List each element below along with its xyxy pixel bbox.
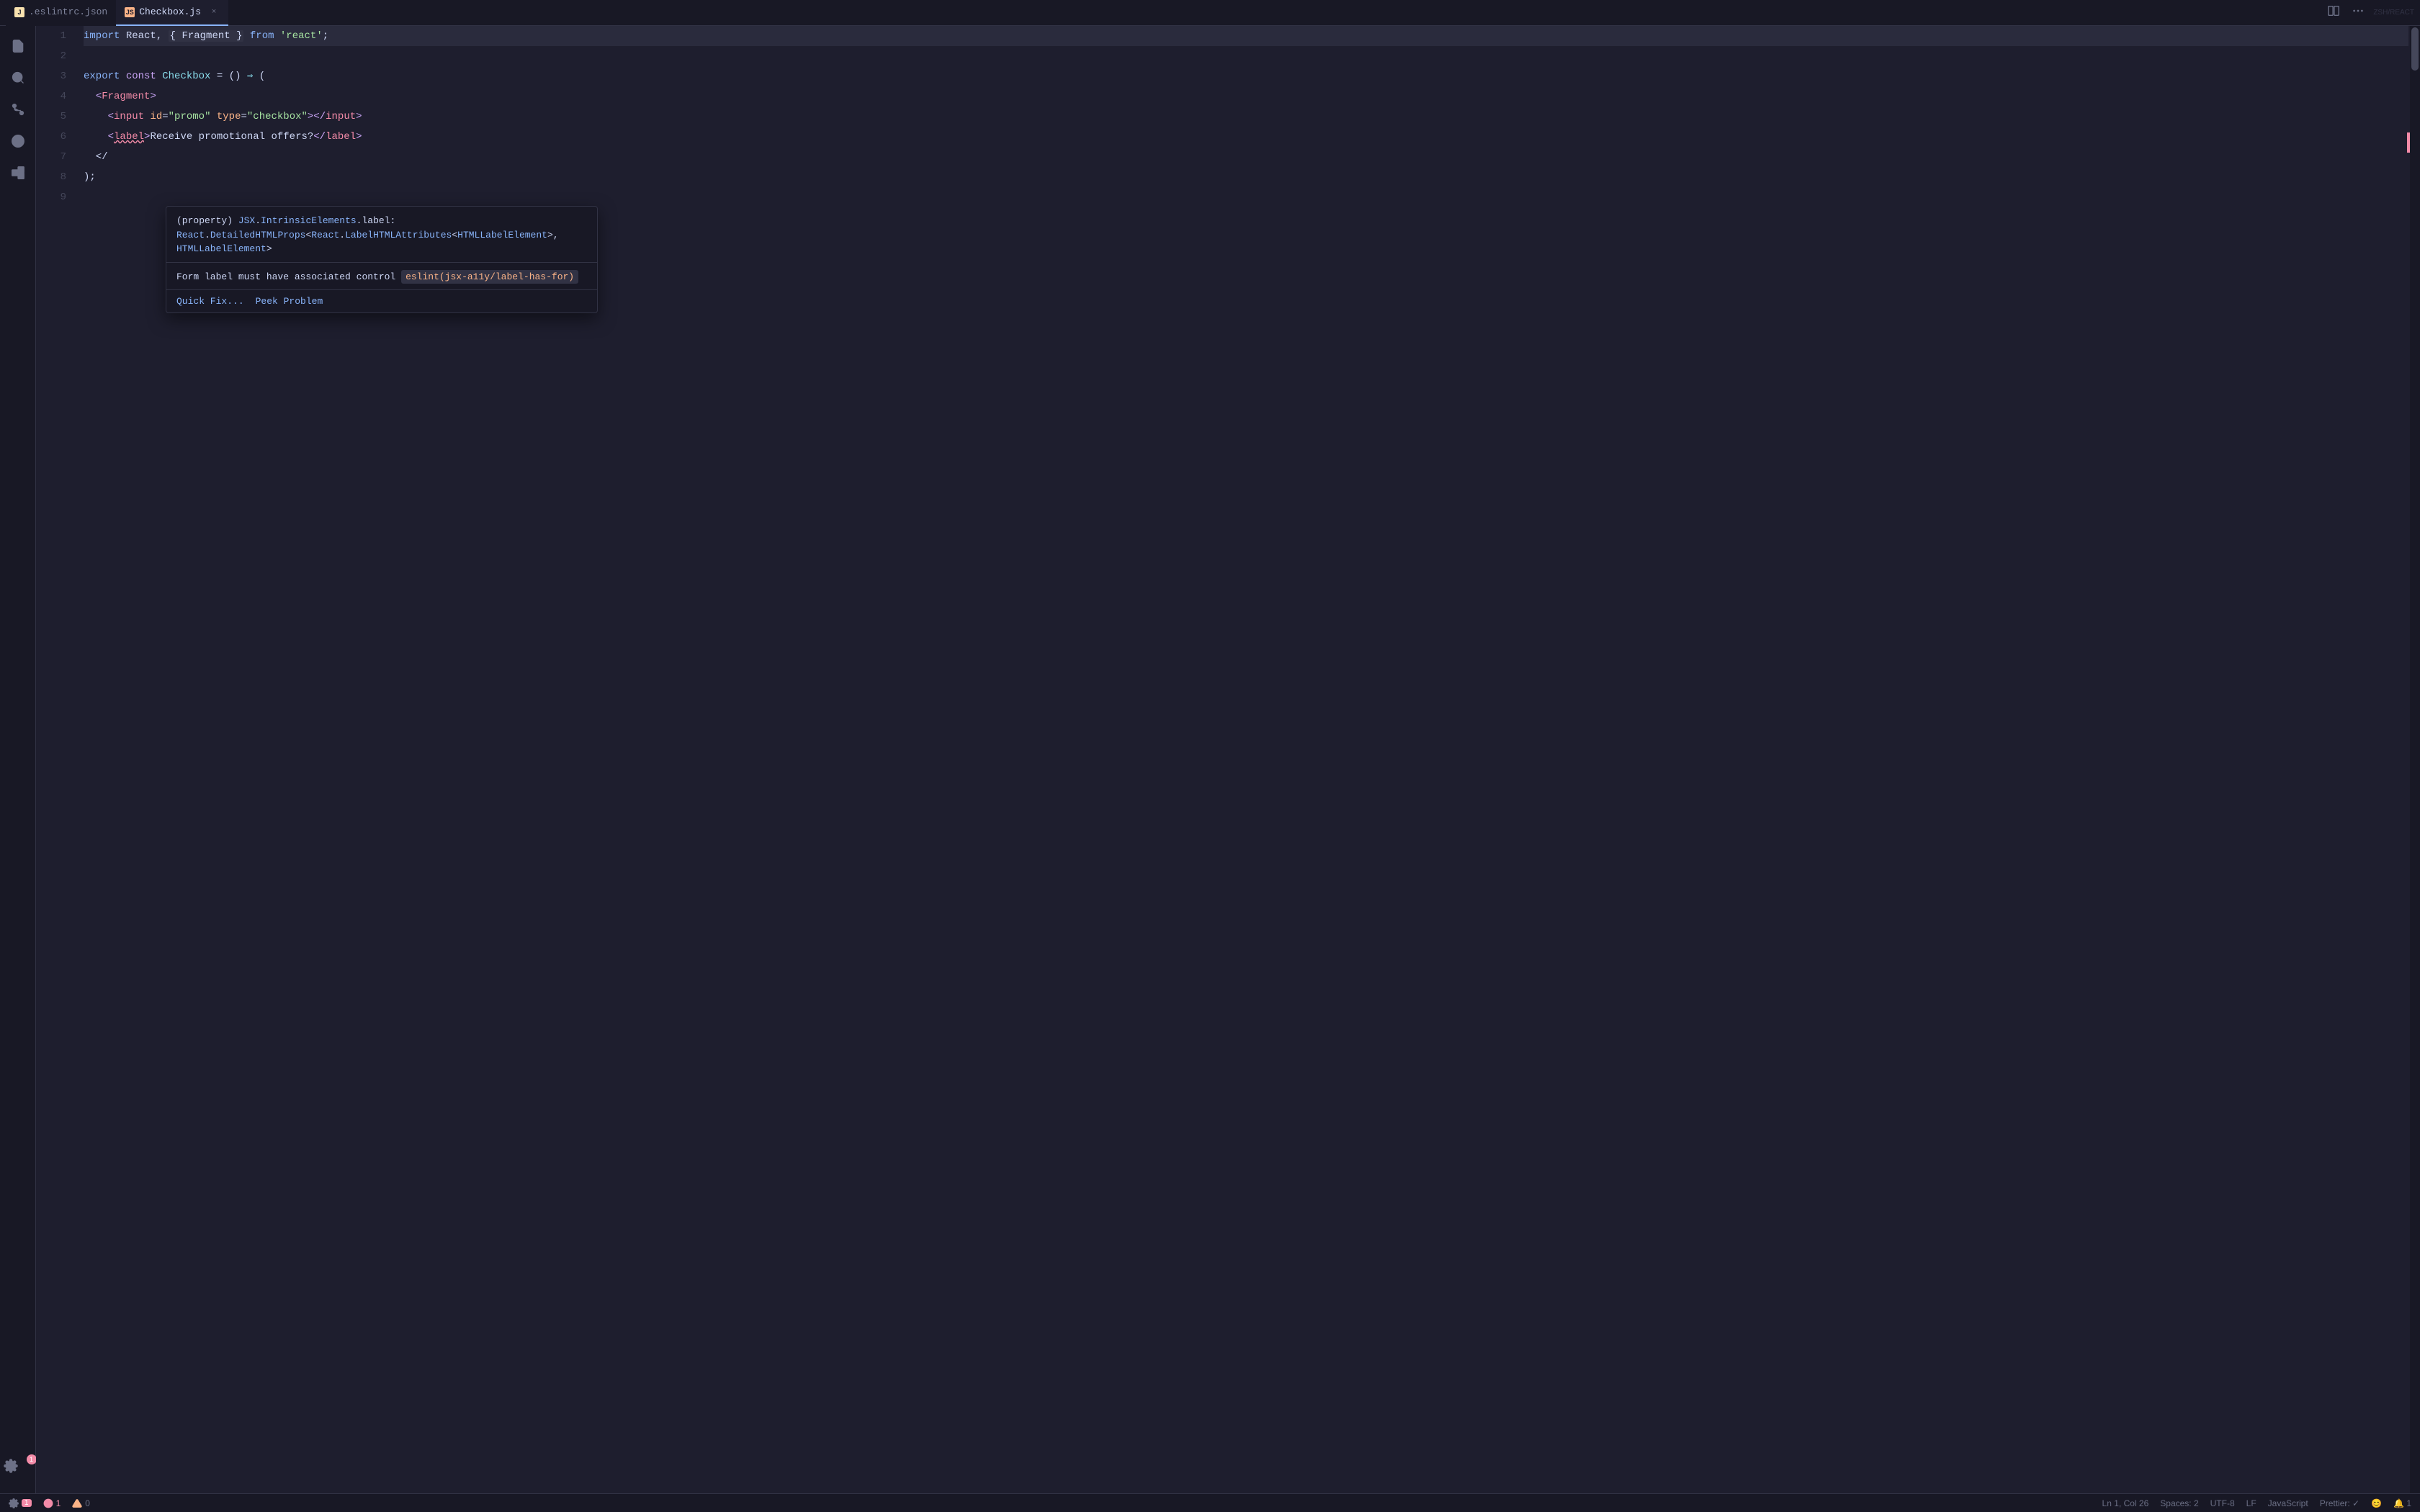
status-formatter[interactable]: Prettier: ✓ bbox=[2320, 1498, 2360, 1508]
line-num-3: 3 bbox=[42, 66, 66, 86]
status-position[interactable]: Ln 1, Col 26 bbox=[2102, 1498, 2149, 1508]
line-numbers: 1 2 3 4 5 6 7 8 9 bbox=[36, 26, 72, 1493]
status-settings-badge: 1 bbox=[22, 1499, 32, 1507]
split-editor-button[interactable] bbox=[2324, 1, 2343, 24]
status-line-ending[interactable]: LF bbox=[2246, 1498, 2257, 1508]
code-line-6: <label>Receive promotional offers?</labe… bbox=[84, 127, 2408, 147]
status-notification[interactable]: 🔔 1 bbox=[2393, 1498, 2411, 1508]
code-line-8: ); bbox=[84, 167, 2408, 187]
tooltip-dot4: . bbox=[339, 230, 345, 240]
settings-badge: 1 bbox=[27, 1454, 37, 1464]
tooltip-type-text: (property) JSX.IntrinsicElements.label: … bbox=[176, 214, 587, 256]
settings-button[interactable]: 1 bbox=[4, 1459, 32, 1488]
code-line-3: export const Checkbox = () ⇒ ( bbox=[84, 66, 2408, 86]
scrollbar-thumb[interactable] bbox=[2411, 27, 2419, 71]
status-spaces-text: Spaces: 2 bbox=[2160, 1498, 2198, 1508]
main-layout: 1 1 2 3 4 5 6 7 8 9 bbox=[0, 26, 2420, 1493]
logo-watermark: ZSH/REACT bbox=[2373, 9, 2414, 17]
json-icon: J bbox=[14, 7, 24, 17]
sidebar-item-extensions[interactable] bbox=[4, 158, 32, 187]
line-num-6: 6 bbox=[42, 127, 66, 147]
activity-bar: 1 bbox=[0, 26, 36, 1493]
editor-content[interactable]: 1 2 3 4 5 6 7 8 9 import React, { Fragme… bbox=[36, 26, 2420, 1493]
sidebar-item-search[interactable] bbox=[4, 63, 32, 92]
status-notification-text: 🔔 1 bbox=[2393, 1498, 2411, 1508]
status-line-ending-text: LF bbox=[2246, 1498, 2257, 1508]
tooltip-property: (property) bbox=[176, 215, 238, 226]
tooltip-detailed: DetailedHTMLProps bbox=[210, 230, 306, 240]
code-line-9 bbox=[84, 187, 2408, 207]
tooltip-html-label: HTMLLabelElement bbox=[457, 230, 547, 240]
line-num-4: 4 bbox=[42, 86, 66, 107]
status-formatter-text: Prettier: ✓ bbox=[2320, 1498, 2360, 1508]
line-num-5: 5 bbox=[42, 107, 66, 127]
peek-problem-button[interactable]: Peek Problem bbox=[256, 296, 323, 307]
code-line-1: import React, { Fragment } from 'react'; bbox=[84, 26, 2408, 46]
tab-eslintrc-label: .eslintrc.json bbox=[29, 6, 107, 17]
tooltip-actions: Quick Fix... Peek Problem bbox=[166, 290, 597, 312]
status-warnings[interactable]: 0 bbox=[72, 1498, 90, 1508]
js-icon: JS bbox=[125, 7, 135, 17]
tooltip-html-label2: HTMLLabelElement bbox=[176, 243, 266, 254]
line-num-1: 1 bbox=[42, 26, 66, 46]
line-num-2: 2 bbox=[42, 46, 66, 66]
status-encoding[interactable]: UTF-8 bbox=[2210, 1498, 2235, 1508]
tooltip-react2: React bbox=[311, 230, 339, 240]
status-bar: 1 1 0 Ln 1, Col 26 Spaces: 2 UTF-8 LF Ja… bbox=[0, 1493, 2420, 1512]
status-spaces[interactable]: Spaces: 2 bbox=[2160, 1498, 2198, 1508]
status-language-text: JavaScript bbox=[2268, 1498, 2308, 1508]
tab-close-button[interactable]: × bbox=[208, 6, 220, 18]
tooltip-desc-text: Form label must have associated control … bbox=[176, 270, 587, 284]
status-errors[interactable]: 1 bbox=[43, 1498, 61, 1508]
status-error-count: 1 bbox=[56, 1498, 61, 1508]
tab-eslintrc[interactable]: J .eslintrc.json bbox=[6, 0, 116, 26]
tooltip-jsx: JSX bbox=[238, 215, 255, 226]
status-language[interactable]: JavaScript bbox=[2268, 1498, 2308, 1508]
quick-fix-button[interactable]: Quick Fix... bbox=[176, 296, 244, 307]
tab-checkbox-label: Checkbox.js bbox=[139, 6, 201, 17]
tooltip-popup: (property) JSX.IntrinsicElements.label: … bbox=[166, 206, 598, 313]
tooltip-label-attrs: LabelHTMLAttributes bbox=[345, 230, 452, 240]
sidebar-item-files[interactable] bbox=[4, 32, 32, 60]
tooltip-gt1: >, bbox=[547, 230, 559, 240]
sidebar-item-source-control[interactable] bbox=[4, 95, 32, 124]
activity-bottom: 1 bbox=[4, 1459, 32, 1493]
tooltip-intrinsic: IntrinsicElements bbox=[261, 215, 357, 226]
more-actions-button[interactable] bbox=[2349, 1, 2367, 24]
status-smiley[interactable]: 😊 bbox=[2371, 1498, 2382, 1508]
tab-bar: J .eslintrc.json JS Checkbox.js × ZSH/RE… bbox=[0, 0, 2420, 26]
status-encoding-text: UTF-8 bbox=[2210, 1498, 2235, 1508]
code-line-2 bbox=[84, 46, 2408, 66]
tooltip-react-ref: React bbox=[176, 230, 205, 240]
sidebar-item-debug[interactable] bbox=[4, 127, 32, 156]
editor-area: 1 2 3 4 5 6 7 8 9 import React, { Fragme… bbox=[36, 26, 2420, 1493]
tooltip-header: (property) JSX.IntrinsicElements.label: … bbox=[166, 207, 597, 263]
tooltip-lt2: < bbox=[452, 230, 457, 240]
code-line-4: <Fragment> bbox=[84, 86, 2408, 107]
tooltip-gt2: > bbox=[266, 243, 272, 254]
status-warning-count: 0 bbox=[85, 1498, 90, 1508]
tooltip-description: Form label must have associated control … bbox=[166, 263, 597, 291]
tooltip-dot3: . bbox=[205, 230, 210, 240]
tab-checkbox[interactable]: JS Checkbox.js × bbox=[116, 0, 228, 26]
line-num-7: 7 bbox=[42, 147, 66, 167]
tooltip-eslint-rule: eslint(jsx-a11y/label-has-for) bbox=[401, 270, 578, 284]
title-bar-actions: ZSH/REACT bbox=[2324, 1, 2414, 24]
status-right: Ln 1, Col 26 Spaces: 2 UTF-8 LF JavaScri… bbox=[2102, 1498, 2411, 1508]
scrollbar-track[interactable] bbox=[2410, 26, 2420, 1493]
tooltip-label-prop: label: bbox=[362, 215, 395, 226]
code-line-7: </ bbox=[84, 147, 2408, 167]
code-line-5: <input id="promo" type="checkbox"></inpu… bbox=[84, 107, 2408, 127]
status-smiley-icon: 😊 bbox=[2371, 1498, 2382, 1508]
line-num-8: 8 bbox=[42, 167, 66, 187]
status-settings-btn[interactable]: 1 bbox=[9, 1498, 32, 1508]
line-num-9: 9 bbox=[42, 187, 66, 207]
tooltip-dot1: . bbox=[255, 215, 261, 226]
status-position-text: Ln 1, Col 26 bbox=[2102, 1498, 2149, 1508]
tooltip-form-label-text: Form label must have associated control bbox=[176, 271, 401, 282]
